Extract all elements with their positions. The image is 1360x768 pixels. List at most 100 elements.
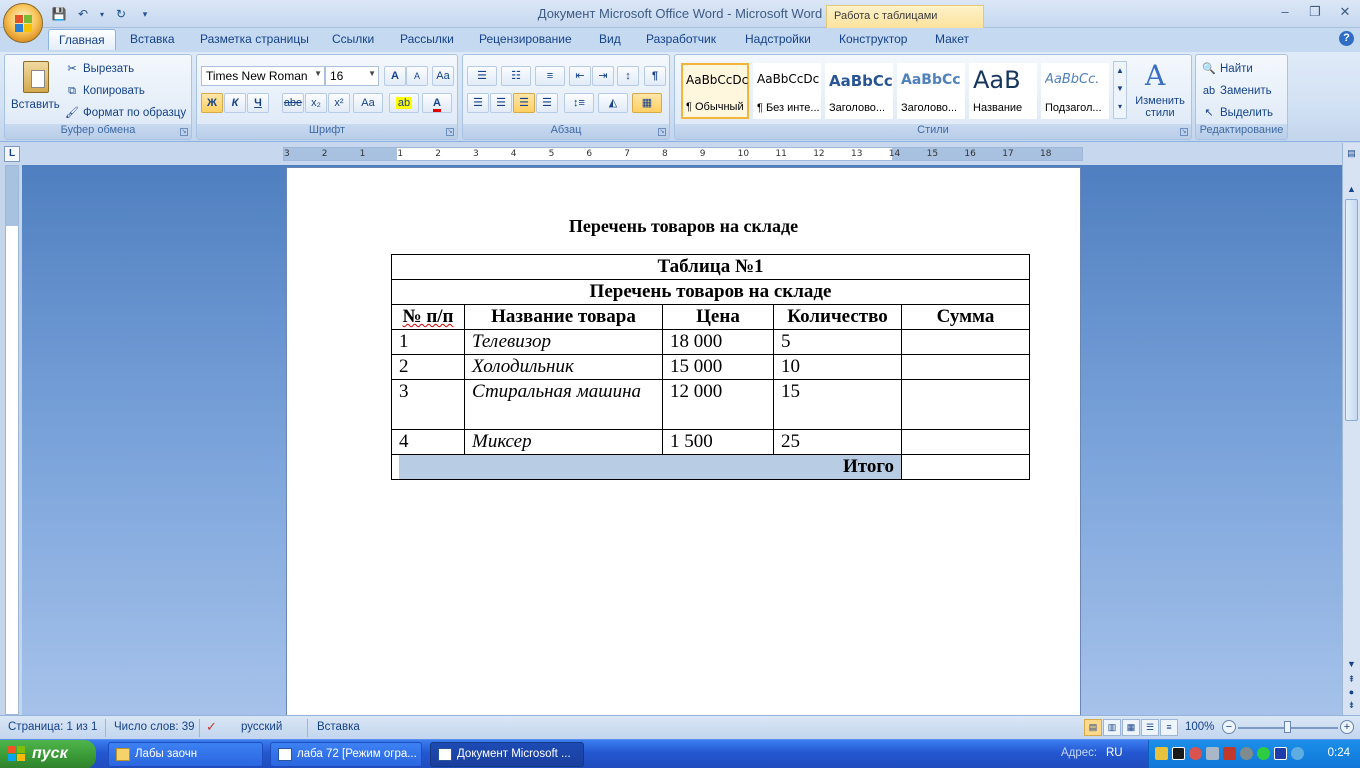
web-layout-icon[interactable]: ▦ <box>1122 719 1140 736</box>
vertical-scrollbar[interactable]: ▤ ▲ ▼ ⇞ ● ⇟ <box>1342 143 1360 715</box>
tab-home[interactable]: Главная <box>48 29 116 50</box>
bullets-button[interactable]: ☰ <box>467 66 497 86</box>
taskbar-item-word-doc-2[interactable]: Документ Microsoft ... <box>430 742 584 767</box>
scroll-thumb[interactable] <box>1345 199 1358 421</box>
word-count[interactable]: Число слов: 39 <box>114 721 195 733</box>
page-counter[interactable]: Страница: 1 из 1 <box>8 721 97 733</box>
table-cell[interactable]: Холодильник <box>464 354 663 380</box>
table-cell[interactable]: 1 500 <box>662 429 774 455</box>
numbering-button[interactable]: ☷ <box>501 66 531 86</box>
tray-security-icon[interactable] <box>1223 747 1236 760</box>
total-label-cell[interactable]: Итого <box>391 454 902 480</box>
tray-network-icon[interactable] <box>1155 747 1168 760</box>
tab-mailings[interactable]: Рассылки <box>400 32 454 46</box>
table-cell[interactable] <box>901 429 1030 455</box>
tray-status-icon[interactable] <box>1257 747 1270 760</box>
table-cell[interactable]: 15 000 <box>662 354 774 380</box>
paste-button[interactable]: Вставить <box>11 59 60 119</box>
style-title[interactable]: AaB Название <box>969 63 1037 119</box>
table-cell[interactable]: Телевизор <box>464 329 663 355</box>
style-subtitle[interactable]: AaBbCc. Подзагол... <box>1041 63 1109 119</box>
zoom-in-icon[interactable]: + <box>1340 720 1354 734</box>
ruler-toggle-icon[interactable]: ▤ <box>1345 147 1358 160</box>
table-cell[interactable]: 15 <box>773 379 902 430</box>
table-cell[interactable]: 4 <box>391 429 465 455</box>
horizontal-ruler[interactable]: 3 2 1 1 2 3 4 5 6 7 8 9 10 11 12 13 14 15 16 17 18 <box>283 147 1083 161</box>
insert-mode[interactable]: Вставка <box>317 721 360 733</box>
table-cell[interactable]: Стиральная машина <box>464 379 663 430</box>
borders-button[interactable]: ▦ <box>632 93 662 113</box>
next-page-icon[interactable]: ⇟ <box>1345 699 1358 712</box>
address-toolbar-label[interactable]: Адрес: <box>1061 747 1097 759</box>
close-icon[interactable]: ✕ <box>1334 4 1356 22</box>
tray-app-icon[interactable] <box>1172 747 1185 760</box>
table-caption[interactable]: Таблица №1 <box>391 254 1030 280</box>
shading-button[interactable]: ◭ <box>598 93 628 113</box>
shrink-font-button[interactable]: A <box>406 66 428 86</box>
vertical-ruler[interactable] <box>5 165 19 715</box>
clipboard-launcher-icon[interactable]: ↘ <box>180 128 188 136</box>
table-cell[interactable]: 2 <box>391 354 465 380</box>
header-cell-name[interactable]: Название товара <box>464 304 663 330</box>
scroll-down-icon[interactable]: ▼ <box>1345 658 1358 671</box>
products-table[interactable]: Таблица №1 Перечень товаров на складе № … <box>391 254 1030 480</box>
italic-button[interactable]: К <box>224 93 246 113</box>
paragraph-launcher-icon[interactable]: ↘ <box>658 128 666 136</box>
change-styles-button[interactable]: A Изменить стили <box>1131 59 1189 121</box>
table-cell[interactable]: 5 <box>773 329 902 355</box>
multilevel-list-button[interactable]: ≡ <box>535 66 565 86</box>
header-cell-number[interactable]: № п/п <box>391 304 465 330</box>
tab-table-layout[interactable]: Макет <box>935 32 969 46</box>
tab-view[interactable]: Вид <box>599 32 621 46</box>
language-indicator[interactable]: русский <box>241 721 282 733</box>
strikethrough-button[interactable]: abe <box>282 93 304 113</box>
header-cell-quantity[interactable]: Количество <box>773 304 902 330</box>
decrease-indent-button[interactable]: ⇤ <box>569 66 591 86</box>
justify-button[interactable]: ☰ <box>536 93 558 113</box>
tab-addins[interactable]: Надстройки <box>745 32 811 46</box>
table-cell[interactable]: 1 <box>391 329 465 355</box>
tab-selector-icon[interactable]: L <box>4 146 20 162</box>
replace-button[interactable]: ab Заменить <box>1202 81 1272 101</box>
grow-font-button[interactable]: A <box>384 66 406 86</box>
total-value-cell[interactable] <box>901 454 1030 480</box>
table-cell[interactable] <box>901 379 1030 430</box>
taskbar-item-folder[interactable]: Лабы заочн <box>108 742 263 767</box>
styles-launcher-icon[interactable]: ↘ <box>1180 128 1188 136</box>
tray-antivirus-icon[interactable] <box>1189 747 1202 760</box>
tab-insert[interactable]: Вставка <box>130 32 175 46</box>
zoom-level[interactable]: 100% <box>1185 721 1214 733</box>
show-marks-button[interactable]: ¶ <box>644 66 666 86</box>
bold-button[interactable]: Ж <box>201 93 223 113</box>
clock[interactable]: 0:24 <box>1328 747 1350 759</box>
table-cell[interactable]: 3 <box>391 379 465 430</box>
align-right-button[interactable]: ☰ <box>513 93 535 113</box>
highlight-button[interactable]: ab <box>389 93 419 113</box>
start-button[interactable]: пуск <box>0 740 96 768</box>
taskbar-item-word-doc-1[interactable]: лаба 72 [Режим огра... <box>270 742 422 767</box>
tray-update-icon[interactable] <box>1240 747 1253 760</box>
minimize-icon[interactable]: – <box>1274 4 1296 22</box>
font-color-button[interactable]: A <box>422 93 452 113</box>
table-cell[interactable]: 10 <box>773 354 902 380</box>
format-painter-button[interactable]: 🖌 Формат по образцу <box>65 103 186 123</box>
tray-speaker-icon[interactable] <box>1206 747 1219 760</box>
zoom-out-icon[interactable]: − <box>1222 720 1236 734</box>
font-size-combo[interactable]: 16 ▼ <box>325 66 379 86</box>
scroll-up-icon[interactable]: ▲ <box>1345 183 1358 196</box>
tab-developer[interactable]: Разработчик <box>646 32 716 46</box>
tab-page-layout[interactable]: Разметка страницы <box>200 32 309 46</box>
change-case-button[interactable]: Aa <box>353 93 383 113</box>
cut-button[interactable]: ✂ Вырезать <box>65 59 134 79</box>
superscript-button[interactable]: x² <box>328 93 350 113</box>
select-button[interactable]: ↖ Выделить <box>1202 103 1273 123</box>
previous-page-icon[interactable]: ⇞ <box>1345 673 1358 686</box>
style-heading-1[interactable]: AaBbCc Заголово... <box>825 63 893 119</box>
subscript-button[interactable]: x₂ <box>305 93 327 113</box>
find-button[interactable]: 🔍 Найти <box>1202 59 1253 79</box>
table-cell[interactable] <box>901 329 1030 355</box>
sort-button[interactable]: ↕ <box>617 66 639 86</box>
outline-view-icon[interactable]: ☰ <box>1141 719 1159 736</box>
table-subcaption[interactable]: Перечень товаров на складе <box>391 279 1030 305</box>
style-normal[interactable]: AaBbCcDc ¶ Обычный <box>681 63 749 119</box>
